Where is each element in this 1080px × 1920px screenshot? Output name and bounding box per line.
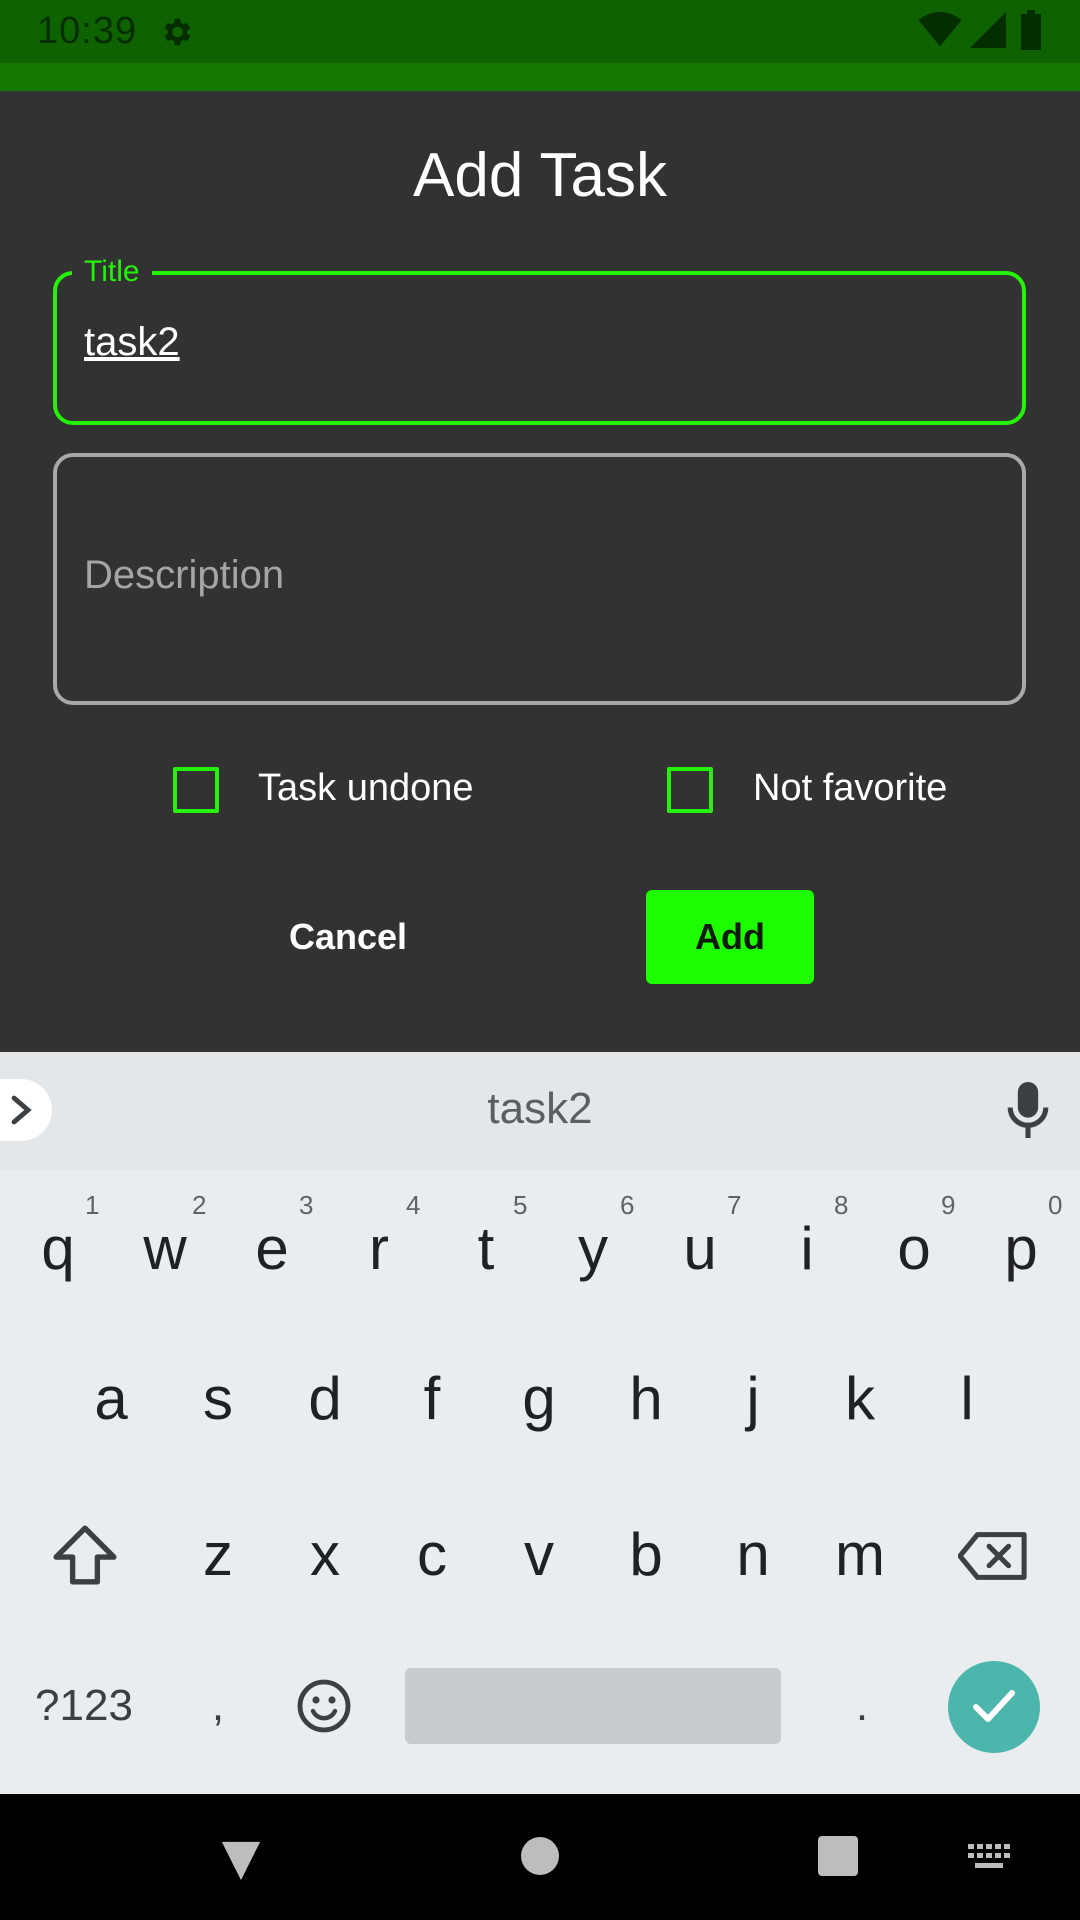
wifi-icon <box>918 12 962 47</box>
emoji-icon[interactable] <box>296 1678 352 1734</box>
key-h[interactable]: h <box>596 1338 696 1458</box>
key-d[interactable]: d <box>275 1338 375 1458</box>
comma-key[interactable]: , <box>168 1646 268 1766</box>
title-input-value[interactable]: task2 <box>84 320 180 365</box>
key-hint: 3 <box>299 1190 314 1220</box>
key-v[interactable]: v <box>489 1494 589 1614</box>
space-key[interactable] <box>405 1668 781 1744</box>
key-x[interactable]: x <box>275 1494 375 1614</box>
recent-apps-icon[interactable] <box>818 1836 858 1876</box>
key-hint: 0 <box>1048 1190 1063 1220</box>
signal-icon <box>970 12 1006 48</box>
add-button[interactable]: Add <box>646 890 814 984</box>
keyboard-icon[interactable] <box>968 1844 1010 1872</box>
not-favorite-label[interactable]: Not favorite <box>753 767 947 810</box>
key-j[interactable]: j <box>703 1338 803 1458</box>
key-hint: 4 <box>406 1190 421 1220</box>
backspace-icon[interactable] <box>958 1530 1028 1582</box>
key-hint: 5 <box>513 1190 528 1220</box>
key-hint: 1 <box>85 1190 100 1220</box>
suggestion-bar: task2 <box>0 1052 1080 1169</box>
key-m[interactable]: m <box>810 1494 910 1614</box>
key-s[interactable]: s <box>168 1338 268 1458</box>
title-input[interactable] <box>53 271 1026 425</box>
key-hint: 9 <box>941 1190 956 1220</box>
back-icon[interactable] <box>218 1838 264 1884</box>
key-c[interactable]: c <box>382 1494 482 1614</box>
key-hint: 2 <box>192 1190 207 1220</box>
period-key[interactable]: . <box>812 1646 912 1766</box>
key-a[interactable]: a <box>61 1338 161 1458</box>
shift-icon[interactable] <box>52 1524 118 1586</box>
description-placeholder: Description <box>84 553 285 597</box>
key-hint: 8 <box>834 1190 849 1220</box>
home-icon[interactable] <box>521 1837 559 1875</box>
key-b[interactable]: b <box>596 1494 696 1614</box>
key-hint: 6 <box>620 1190 635 1220</box>
key-f[interactable]: f <box>382 1338 482 1458</box>
suggestion-word[interactable]: task2 <box>0 1084 1080 1134</box>
symbols-key[interactable]: ?123 <box>24 1646 144 1766</box>
enter-key[interactable] <box>948 1661 1040 1753</box>
battery-icon <box>1021 10 1041 50</box>
check-icon <box>973 1690 1015 1722</box>
gear-icon <box>164 18 191 46</box>
title-input-label: Title <box>72 255 152 289</box>
key-g[interactable]: g <box>489 1338 589 1458</box>
key-k[interactable]: k <box>810 1338 910 1458</box>
task-undone-label[interactable]: Task undone <box>258 767 474 810</box>
mic-icon[interactable] <box>1006 1082 1050 1138</box>
dialog-title: Add Task <box>413 141 667 210</box>
task-undone-checkbox[interactable] <box>173 767 219 813</box>
key-hint: 7 <box>727 1190 742 1220</box>
key-n[interactable]: n <box>703 1494 803 1614</box>
toolbar-strip <box>0 63 1080 91</box>
key-l[interactable]: l <box>917 1338 1017 1458</box>
cancel-button[interactable]: Cancel <box>248 890 448 984</box>
not-favorite-checkbox[interactable] <box>667 767 713 813</box>
key-z[interactable]: z <box>168 1494 268 1614</box>
status-time: 10:39 <box>37 10 138 52</box>
